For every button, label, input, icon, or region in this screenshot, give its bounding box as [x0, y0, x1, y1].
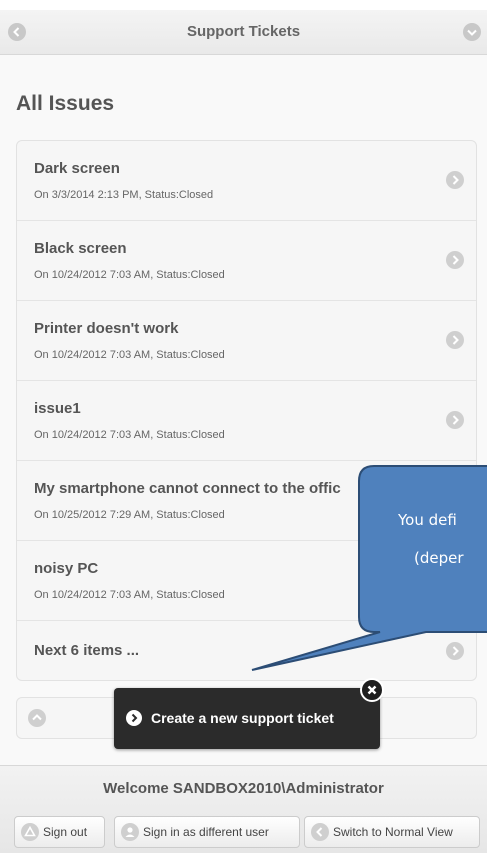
issue-title: Black screen	[34, 240, 127, 257]
create-ticket-label: Create a new support ticket	[151, 710, 334, 726]
warning-icon	[21, 823, 39, 841]
sign-in-different-user-button[interactable]: Sign in as different user	[114, 816, 300, 848]
create-ticket-tooltip[interactable]: Create a new support ticket	[114, 688, 380, 749]
list-item[interactable]: My smartphone cannot connect to the offi…	[17, 461, 476, 541]
chevron-right-icon	[446, 331, 464, 349]
back-arrow-icon	[311, 823, 329, 841]
list-item[interactable]: Dark screen On 3/3/2014 2:13 PM, Status:…	[17, 141, 476, 221]
issue-subtitle: On 10/24/2012 7:03 AM, Status:Closed	[34, 429, 225, 441]
user-icon	[121, 823, 139, 841]
issue-subtitle: On 3/3/2014 2:13 PM, Status:Closed	[34, 189, 214, 201]
chevron-down-icon[interactable]	[463, 23, 481, 41]
list-item[interactable]: issue1 On 10/24/2012 7:03 AM, Status:Clo…	[17, 381, 476, 461]
switch-view-label: Switch to Normal View	[333, 825, 453, 839]
list-item[interactable]: Black screen On 10/24/2012 7:03 AM, Stat…	[17, 221, 476, 301]
chevron-right-icon	[126, 710, 142, 726]
footer: Welcome SANDBOX2010\Administrator Sign o…	[0, 765, 487, 853]
next-items-label: Next 6 items ...	[34, 642, 140, 659]
issue-subtitle: On 10/24/2012 7:03 AM, Status:Closed	[34, 589, 225, 601]
sign-in-different-label: Sign in as different user	[143, 825, 269, 839]
issue-subtitle: On 10/24/2012 7:03 AM, Status:Closed	[34, 269, 225, 281]
issue-subtitle: On 10/25/2012 7:29 AM, Status:Closed	[34, 509, 225, 521]
next-items-link[interactable]: Next 6 items ...	[17, 621, 476, 680]
list-item[interactable]: noisy PC On 10/24/2012 7:03 AM, Status:C…	[17, 541, 476, 621]
welcome-text: Welcome SANDBOX2010\Administrator	[103, 780, 384, 797]
issues-list: Dark screen On 3/3/2014 2:13 PM, Status:…	[16, 140, 477, 681]
chevron-up-icon[interactable]	[28, 709, 46, 727]
chevron-right-icon	[446, 571, 464, 589]
sign-out-button[interactable]: Sign out	[14, 816, 105, 848]
page-title: Support Tickets	[186, 23, 301, 40]
sign-out-label: Sign out	[43, 825, 88, 839]
switch-view-button[interactable]: Switch to Normal View	[304, 816, 480, 848]
chevron-right-icon	[446, 642, 464, 660]
chevron-right-icon	[446, 171, 464, 189]
issue-title: Dark screen	[34, 160, 120, 177]
issue-title: My smartphone cannot connect to the offi…	[34, 480, 341, 497]
close-icon[interactable]	[360, 678, 384, 702]
section-title: All Issues	[16, 92, 115, 115]
issue-subtitle: On 10/24/2012 7:03 AM, Status:Closed	[34, 349, 225, 361]
list-item[interactable]: Printer doesn't work On 10/24/2012 7:03 …	[17, 301, 476, 381]
chevron-right-icon	[446, 411, 464, 429]
issue-title: noisy PC	[34, 560, 99, 577]
header-bar: Support Tickets	[0, 10, 487, 55]
chevron-right-icon	[446, 251, 464, 269]
issue-title: issue1	[34, 400, 81, 417]
issue-title: Printer doesn't work	[34, 320, 179, 337]
chevron-right-icon	[446, 491, 464, 509]
